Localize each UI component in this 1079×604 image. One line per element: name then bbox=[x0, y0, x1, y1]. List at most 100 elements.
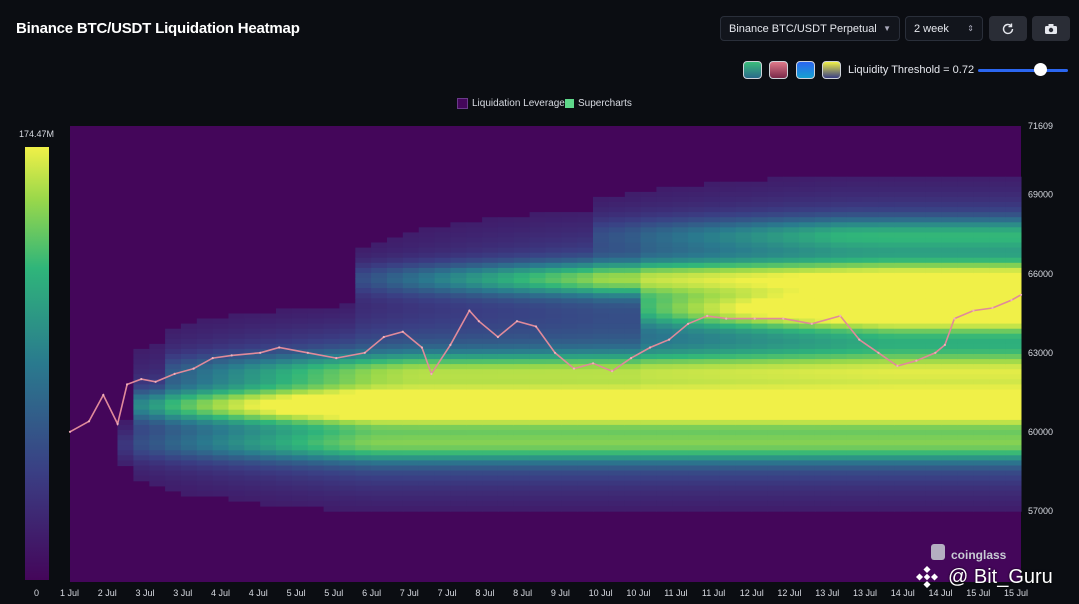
heatmap-cell bbox=[799, 252, 816, 259]
heatmap-cell bbox=[291, 379, 309, 385]
heatmap-cell bbox=[656, 186, 673, 193]
heatmap-cell bbox=[307, 313, 325, 320]
heatmap-cell bbox=[529, 460, 546, 467]
heatmap-cell bbox=[799, 369, 816, 375]
heatmap-chart[interactable]: 7160969000660006300060000570001 Jul 2 Jul… bbox=[0, 0, 1079, 604]
heatmap-cell bbox=[244, 485, 261, 492]
heatmap-cell bbox=[624, 389, 642, 396]
heatmap-cell bbox=[418, 374, 436, 380]
heatmap-cell bbox=[656, 364, 673, 370]
heatmap-cell bbox=[688, 374, 705, 380]
heatmap-cell bbox=[387, 389, 404, 396]
heatmap-cell bbox=[228, 379, 245, 385]
heatmap-cell bbox=[450, 272, 467, 279]
heatmap-cell bbox=[466, 328, 483, 335]
heatmap-cell bbox=[640, 202, 657, 208]
heatmap-cell bbox=[593, 298, 610, 304]
heatmap-cell bbox=[719, 237, 737, 244]
heatmap-cell bbox=[323, 328, 340, 335]
coinglass-logo-icon bbox=[931, 544, 945, 560]
heatmap-cell bbox=[513, 293, 531, 299]
heatmap-cell bbox=[561, 313, 578, 320]
heatmap-cell bbox=[402, 318, 420, 325]
heatmap-cell bbox=[799, 354, 816, 360]
heatmap-cell bbox=[212, 490, 230, 497]
heatmap-cell bbox=[640, 278, 657, 284]
heatmap-cell bbox=[640, 470, 657, 477]
heatmap-cell bbox=[608, 237, 626, 244]
price-point bbox=[991, 306, 994, 310]
heatmap-cell bbox=[513, 404, 531, 411]
heatmap-cell bbox=[608, 308, 626, 315]
heatmap-cell bbox=[244, 419, 261, 426]
x-tick-label: 3 Jul bbox=[136, 588, 155, 598]
heatmap-cell bbox=[957, 440, 974, 446]
heatmap-cell bbox=[783, 298, 800, 304]
heatmap-cell bbox=[497, 257, 515, 264]
heatmap-cell bbox=[989, 460, 1006, 467]
heatmap-cell bbox=[957, 424, 974, 431]
heatmap-cell bbox=[482, 272, 499, 279]
heatmap-cell bbox=[561, 283, 578, 289]
heatmap-cell bbox=[593, 369, 610, 375]
heatmap-cell bbox=[624, 303, 642, 309]
heatmap-cell bbox=[704, 470, 721, 477]
heatmap-cell bbox=[608, 348, 626, 355]
heatmap-cell bbox=[688, 338, 705, 345]
heatmap-cell bbox=[624, 435, 642, 441]
price-point bbox=[649, 346, 652, 349]
heatmap-cell bbox=[418, 440, 436, 446]
heatmap-cell bbox=[402, 237, 420, 244]
heatmap-cell bbox=[751, 267, 768, 274]
heatmap-cell bbox=[482, 217, 499, 223]
heatmap-cell bbox=[767, 348, 784, 355]
heatmap-cell bbox=[577, 217, 594, 223]
heatmap-cell bbox=[767, 298, 784, 304]
heatmap-cell bbox=[260, 369, 277, 375]
heatmap-cell bbox=[291, 490, 309, 497]
heatmap-cell bbox=[624, 465, 642, 472]
heatmap-cell bbox=[355, 338, 372, 345]
heatmap-cell bbox=[767, 445, 784, 451]
heatmap-cell bbox=[957, 500, 974, 507]
heatmap-cell bbox=[862, 424, 879, 431]
heatmap-cell bbox=[640, 207, 657, 213]
heatmap-cell bbox=[450, 227, 467, 233]
heatmap-cell bbox=[1005, 247, 1022, 254]
heatmap-cell bbox=[228, 333, 245, 340]
heatmap-cell bbox=[941, 399, 959, 406]
heatmap-cell bbox=[355, 262, 372, 269]
heatmap-cell bbox=[513, 227, 531, 233]
heatmap-cell bbox=[434, 283, 451, 289]
heatmap-cell bbox=[878, 490, 895, 497]
heatmap-cell bbox=[640, 435, 657, 441]
heatmap-cell bbox=[799, 323, 816, 330]
heatmap-cell bbox=[418, 419, 436, 426]
heatmap-cell bbox=[307, 389, 325, 396]
heatmap-cell bbox=[751, 465, 768, 472]
heatmap-cell bbox=[846, 495, 863, 502]
heatmap-cell bbox=[640, 303, 657, 309]
heatmap-cell bbox=[545, 257, 562, 264]
heatmap-cell bbox=[783, 404, 800, 411]
heatmap-cell bbox=[561, 222, 578, 228]
heatmap-cell bbox=[656, 399, 673, 406]
heatmap-cell bbox=[910, 207, 927, 213]
heatmap-cell bbox=[830, 399, 848, 406]
heatmap-cell bbox=[719, 460, 737, 467]
heatmap-cell bbox=[735, 384, 753, 391]
heatmap-cell bbox=[719, 409, 737, 416]
heatmap-cell bbox=[719, 480, 737, 487]
heatmap-cell bbox=[608, 212, 626, 218]
heatmap-cell bbox=[751, 435, 768, 441]
heatmap-cell bbox=[323, 399, 340, 406]
heatmap-cell bbox=[387, 278, 404, 284]
heatmap-cell bbox=[402, 278, 420, 284]
heatmap-cell bbox=[846, 272, 863, 279]
heatmap-cell bbox=[608, 475, 626, 482]
heatmap-cell bbox=[640, 480, 657, 487]
heatmap-cell bbox=[482, 435, 499, 441]
heatmap-cell bbox=[957, 262, 974, 269]
heatmap-cell bbox=[323, 404, 340, 411]
heatmap-cell bbox=[434, 262, 451, 269]
